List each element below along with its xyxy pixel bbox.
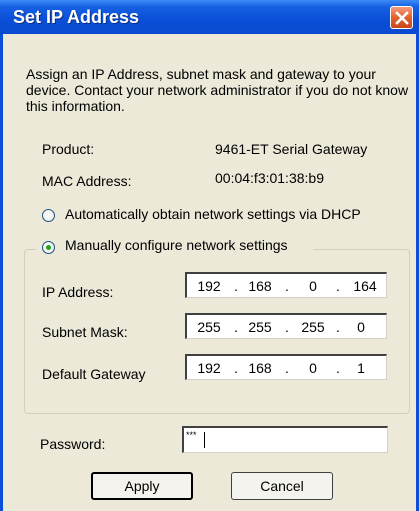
manual-radio-option[interactable]: Manually configure network settings: [36, 236, 313, 258]
ip-address-label: IP Address:: [42, 284, 114, 300]
cancel-button-label: Cancel: [260, 478, 304, 494]
ip-dot: .: [336, 278, 340, 294]
password-label: Password:: [40, 436, 106, 452]
subnet-octet-1[interactable]: 255: [191, 319, 227, 335]
subnet-mask-label: Subnet Mask:: [42, 324, 128, 340]
intro-text: Assign an IP Address, subnet mask and ga…: [26, 66, 409, 114]
manual-radio-label: Manually configure network settings: [65, 237, 288, 253]
ip-octet-4[interactable]: 164: [347, 278, 383, 294]
ip-octet-1[interactable]: 192: [191, 278, 227, 294]
gateway-octet-3[interactable]: 0: [295, 360, 331, 376]
ip-octet-3[interactable]: 0: [295, 278, 331, 294]
subnet-octet-2[interactable]: 255: [242, 319, 278, 335]
gateway-octet-2[interactable]: 168: [242, 360, 278, 376]
subnet-mask-field[interactable]: 255 . 255 . 255 . 0: [185, 313, 387, 339]
default-gateway-label: Default Gateway: [42, 366, 146, 382]
window-border-left: [0, 34, 3, 511]
product-value: 9461-ET Serial Gateway: [215, 141, 368, 157]
password-masked-value: ***: [186, 430, 197, 440]
gateway-dot: .: [336, 360, 340, 376]
default-gateway-field[interactable]: 192 . 168 . 0 . 1: [185, 354, 387, 380]
gateway-octet-4[interactable]: 1: [343, 360, 379, 376]
mac-address-label: MAC Address:: [42, 173, 132, 189]
mac-address-value: 00:04:f3:01:38:b9: [215, 170, 324, 186]
gateway-dot: .: [285, 360, 289, 376]
subnet-dot: .: [336, 319, 340, 335]
product-label: Product:: [42, 141, 95, 157]
subnet-dot: .: [234, 319, 238, 335]
window-title: Set IP Address: [13, 7, 140, 27]
gateway-octet-1[interactable]: 192: [191, 360, 227, 376]
dhcp-radio-label: Automatically obtain network settings vi…: [65, 206, 361, 222]
ip-dot: .: [285, 278, 289, 294]
dhcp-radio[interactable]: [42, 209, 55, 222]
gateway-dot: .: [234, 360, 238, 376]
cancel-button[interactable]: Cancel: [231, 472, 333, 500]
title-bar[interactable]: Set IP Address: [0, 0, 419, 34]
radio-selected-dot: [46, 245, 51, 250]
subnet-octet-4[interactable]: 0: [343, 319, 379, 335]
subnet-octet-3[interactable]: 255: [295, 319, 331, 335]
close-button[interactable]: [390, 6, 413, 29]
text-caret: [204, 432, 205, 448]
subnet-dot: .: [285, 319, 289, 335]
close-icon: [395, 11, 409, 25]
apply-button[interactable]: Apply: [91, 472, 193, 500]
ip-octet-2[interactable]: 168: [242, 278, 278, 294]
password-input[interactable]: ***: [182, 426, 388, 453]
manual-radio[interactable]: [42, 241, 55, 254]
ip-address-field[interactable]: 192 . 168 . 0 . 164: [185, 272, 387, 298]
apply-button-label: Apply: [124, 478, 160, 494]
ip-dot: .: [234, 278, 238, 294]
